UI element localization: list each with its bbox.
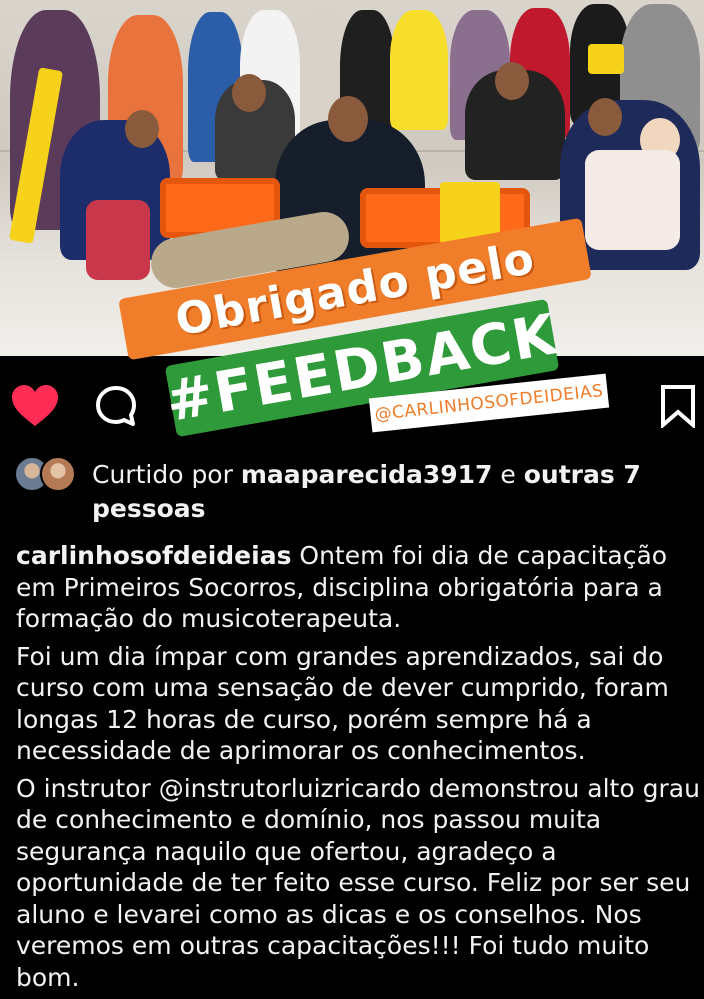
person bbox=[390, 10, 448, 130]
likes-prefix: Curtido por bbox=[92, 460, 233, 489]
liker-username-link[interactable]: maaparecida3917 bbox=[241, 460, 493, 489]
bookmark-icon[interactable] bbox=[658, 384, 698, 428]
cpr-manikin bbox=[585, 150, 680, 250]
red-backpack bbox=[86, 200, 150, 280]
caption-paragraph: Foi um dia ímpar com grandes aprendizado… bbox=[16, 641, 669, 766]
head bbox=[495, 62, 529, 100]
comment-icon[interactable] bbox=[94, 384, 138, 428]
caption-paragraph: O instrutor @instrutorluizricardo demons… bbox=[16, 773, 700, 992]
likes-conjunction: e bbox=[500, 460, 516, 489]
liker-avatars[interactable] bbox=[14, 456, 80, 492]
aed-device bbox=[588, 44, 624, 74]
post-caption: carlinhosofdeideias Ontem foi dia de cap… bbox=[16, 540, 700, 999]
head bbox=[328, 96, 368, 142]
head bbox=[588, 98, 622, 136]
head bbox=[125, 110, 159, 148]
likes-text: Curtido por maaparecida3917 e outras 7 p… bbox=[92, 458, 692, 526]
heart-filled-icon[interactable] bbox=[10, 384, 60, 428]
caption-author-link[interactable]: carlinhosofdeideias bbox=[16, 541, 291, 570]
head bbox=[232, 74, 266, 112]
caption-paragraph: carlinhosofdeideias Ontem foi dia de cap… bbox=[16, 540, 700, 635]
avatar[interactable] bbox=[40, 456, 76, 492]
